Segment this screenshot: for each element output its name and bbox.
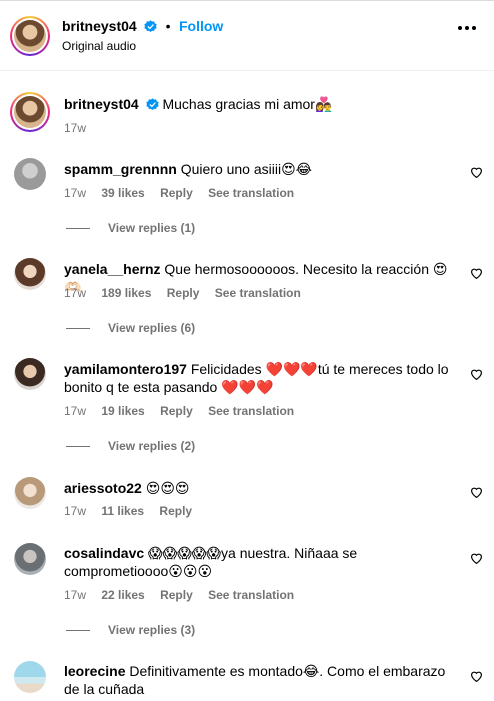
- view-replies-button[interactable]: View replies (3): [66, 623, 195, 637]
- see-translation-button[interactable]: See translation: [208, 404, 294, 418]
- comment-likes[interactable]: 19 likes: [101, 404, 144, 418]
- comment-text: Quiero uno asiiii😍😂: [180, 161, 313, 177]
- like-heart-icon[interactable]: [470, 552, 483, 564]
- comment-item: spamm_grennnn Quiero uno asiiii😍😂: [64, 160, 454, 178]
- see-translation-button[interactable]: See translation: [215, 286, 301, 300]
- commenter-avatar[interactable]: [14, 543, 46, 575]
- comment-likes[interactable]: 189 likes: [101, 286, 151, 300]
- comment-time[interactable]: 17w: [64, 404, 86, 418]
- comment-likes[interactable]: 11 likes: [101, 504, 144, 518]
- see-translation-button[interactable]: See translation: [208, 588, 294, 602]
- reply-button[interactable]: Reply: [160, 588, 193, 602]
- see-translation-button[interactable]: See translation: [208, 186, 294, 200]
- separator-dot: •: [165, 18, 171, 34]
- comment-meta: 17w 189 likes Reply See translation: [64, 286, 313, 300]
- caption-username[interactable]: britneyst04: [64, 96, 139, 112]
- view-replies-button[interactable]: View replies (2): [66, 439, 195, 453]
- reply-button[interactable]: Reply: [160, 404, 193, 418]
- commenter-avatar[interactable]: [14, 358, 46, 390]
- caption-time[interactable]: 17w: [64, 121, 86, 135]
- caption-meta: 17w: [64, 121, 98, 135]
- verified-badge-icon: [145, 98, 159, 111]
- comment-username[interactable]: leorecine: [64, 663, 125, 679]
- reply-button[interactable]: Reply: [160, 186, 193, 200]
- audio-label[interactable]: Original audio: [62, 39, 136, 53]
- comment-text: 😍😍😍: [145, 480, 190, 496]
- follow-button[interactable]: Follow: [179, 18, 223, 34]
- view-replies-button[interactable]: View replies (6): [66, 321, 195, 335]
- like-heart-icon[interactable]: [470, 670, 483, 682]
- reply-button[interactable]: Reply: [159, 504, 192, 518]
- comment-likes[interactable]: 39 likes: [101, 186, 144, 200]
- comment-item: cosalindavc 😱😱😱😱😱ya nuestra. Niñaaa se c…: [64, 544, 454, 580]
- like-heart-icon[interactable]: [470, 267, 483, 279]
- comment-meta: 17w 19 likes Reply See translation: [64, 404, 306, 418]
- comment-meta: 17w 11 likes Reply: [64, 504, 204, 518]
- view-replies-label: View replies (6): [108, 321, 196, 335]
- more-options-icon[interactable]: [458, 26, 476, 30]
- comment-username[interactable]: ariessoto22: [64, 480, 142, 496]
- comment-time[interactable]: 17w: [64, 504, 86, 518]
- author-username[interactable]: britneyst04: [62, 18, 137, 34]
- caption-avatar[interactable]: [10, 92, 50, 132]
- view-replies-label: View replies (3): [108, 623, 196, 637]
- caption-text: Muchas gracias mi amor👩‍❤️‍👨: [162, 96, 333, 112]
- comment-username[interactable]: yanela__hernz: [64, 261, 161, 277]
- comment-item: yamilamontero197 Felicidades ❤️❤️❤️tú te…: [64, 360, 454, 396]
- comment-item: leorecine Definitivamente es montado😂. C…: [64, 662, 454, 698]
- view-replies-label: View replies (2): [108, 439, 196, 453]
- comment-username[interactable]: spamm_grennnn: [64, 161, 177, 177]
- comment-username[interactable]: cosalindavc: [64, 545, 144, 561]
- comment-meta: 17w 39 likes Reply See translation: [64, 186, 306, 200]
- comment-item: ariessoto22 😍😍😍: [64, 479, 454, 497]
- verified-badge-icon: [144, 20, 157, 33]
- comment-time[interactable]: 17w: [64, 588, 86, 602]
- post-header: britneyst04 • Follow Original audio: [0, 0, 494, 71]
- caption: britneyst04 Muchas gracias mi amor👩‍❤️‍👨: [64, 95, 454, 113]
- comment-meta: 17w 22 likes Reply See translation: [64, 588, 306, 602]
- comment-time[interactable]: 17w: [64, 186, 86, 200]
- reply-button[interactable]: Reply: [167, 286, 200, 300]
- view-replies-label: View replies (1): [108, 221, 196, 235]
- commenter-avatar[interactable]: [14, 661, 46, 693]
- comment-username[interactable]: yamilamontero197: [64, 361, 187, 377]
- like-heart-icon[interactable]: [470, 486, 483, 498]
- commenter-avatar[interactable]: [14, 477, 46, 509]
- like-heart-icon[interactable]: [470, 166, 483, 178]
- like-heart-icon[interactable]: [470, 368, 483, 380]
- author-avatar[interactable]: [10, 16, 50, 56]
- commenter-avatar[interactable]: [14, 258, 46, 290]
- commenter-avatar[interactable]: [14, 158, 46, 190]
- comment-likes[interactable]: 22 likes: [101, 588, 144, 602]
- view-replies-button[interactable]: View replies (1): [66, 221, 195, 235]
- comment-time[interactable]: 17w: [64, 286, 86, 300]
